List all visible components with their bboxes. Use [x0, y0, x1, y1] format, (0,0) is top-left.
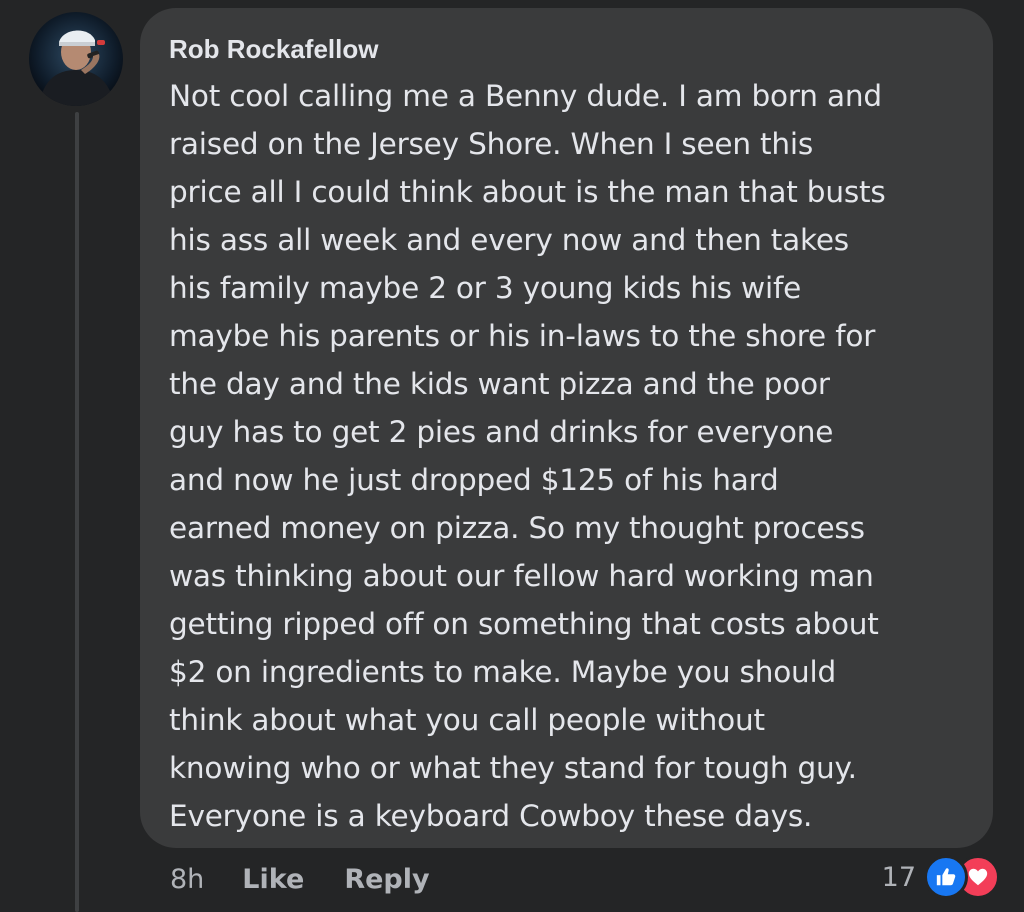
- comment-timestamp[interactable]: 8h: [170, 864, 204, 895]
- thread-line: [75, 112, 79, 912]
- reaction-count: 17: [881, 861, 916, 893]
- comment-bubble: Rob Rockafellow Not cool calling me a Be…: [140, 8, 993, 848]
- comment-author[interactable]: Rob Rockafellow: [169, 32, 378, 66]
- like-button[interactable]: Like: [242, 864, 304, 895]
- comment-actions: 8h Like Reply: [170, 857, 470, 901]
- avatar-photo: [29, 12, 123, 106]
- like-icon: [924, 855, 968, 899]
- comment-text: Not cool calling me a Benny dude. I am b…: [169, 79, 886, 833]
- avatar[interactable]: [29, 12, 123, 106]
- reactions-summary[interactable]: 17: [882, 853, 1000, 901]
- reply-button[interactable]: Reply: [344, 864, 429, 895]
